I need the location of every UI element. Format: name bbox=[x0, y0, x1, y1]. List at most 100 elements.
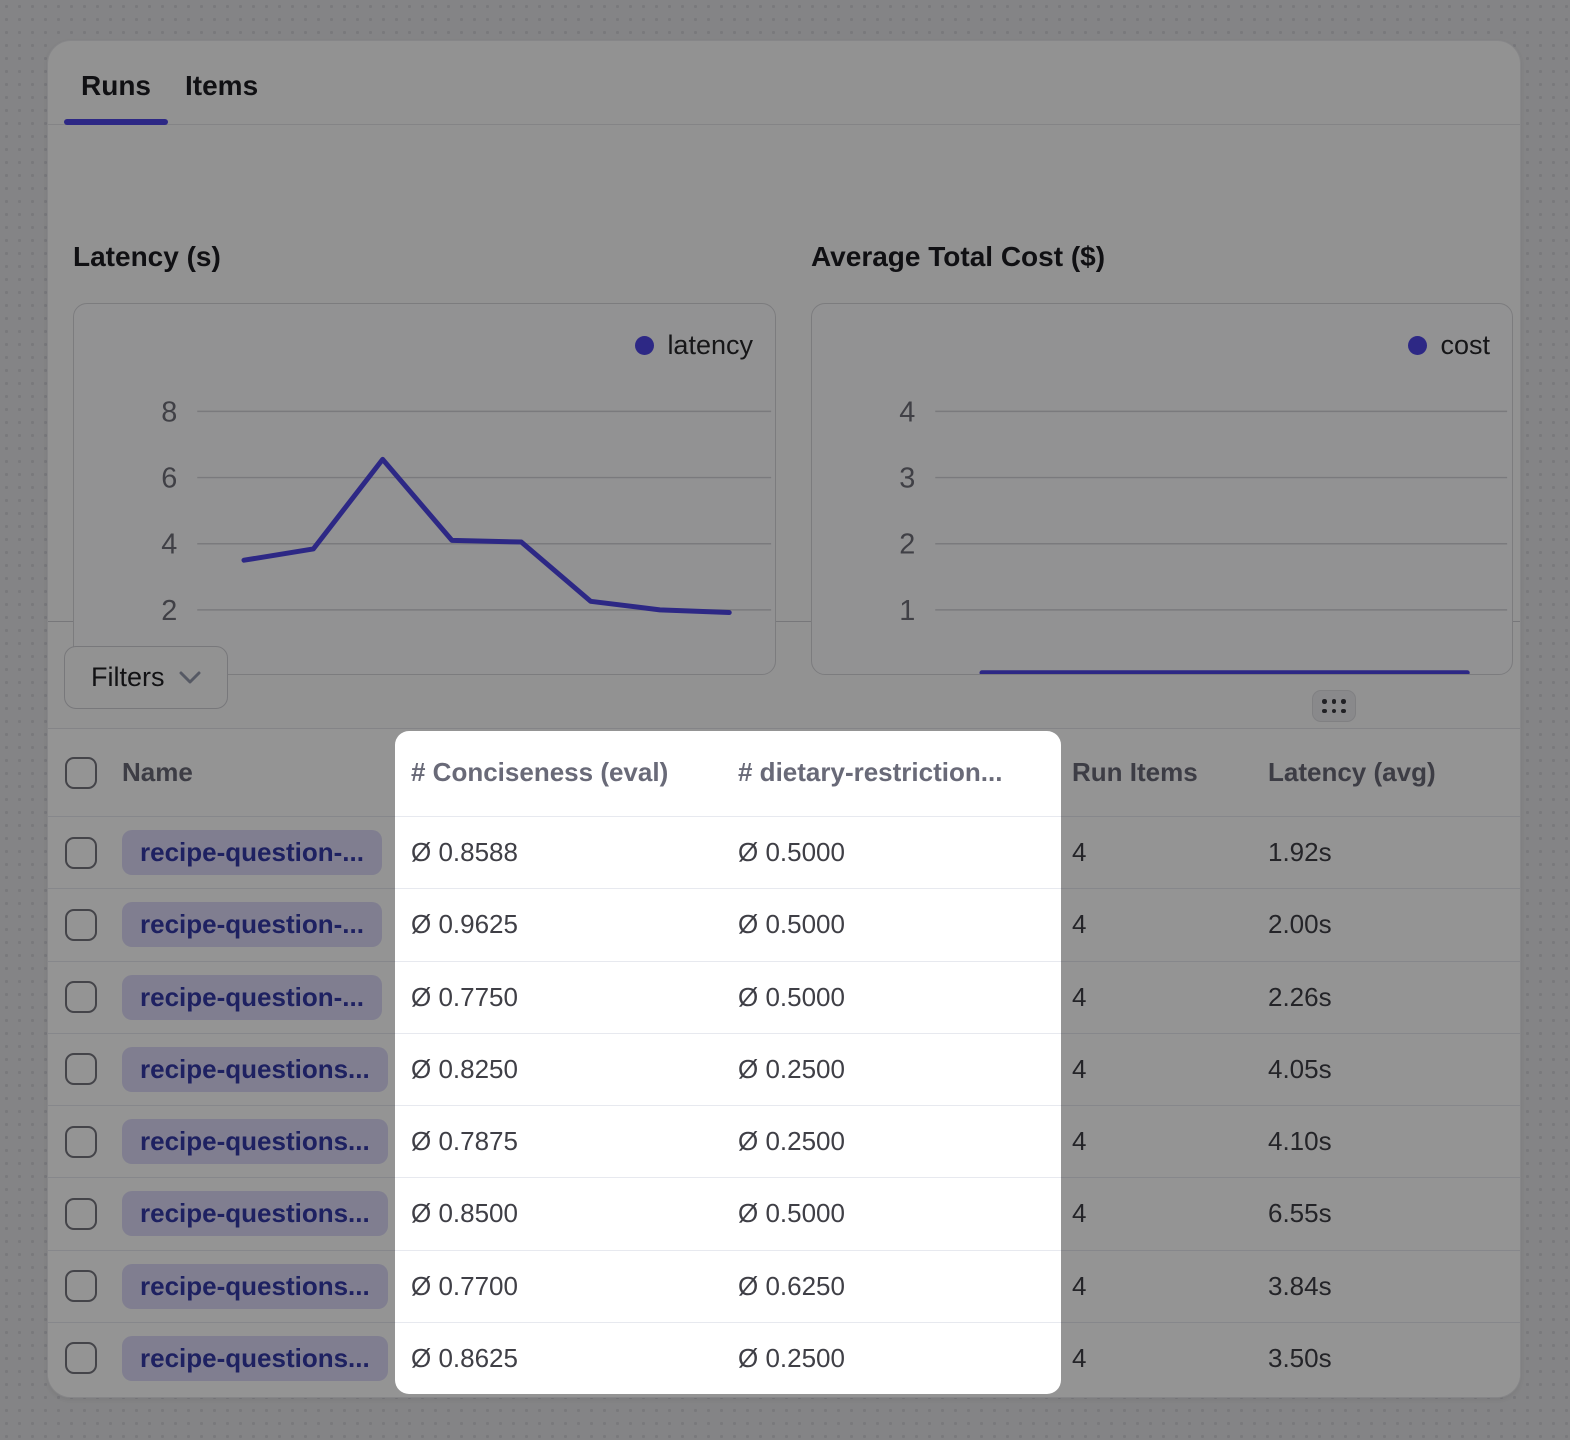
row-select-cell bbox=[48, 837, 122, 869]
run-items-count: 4 bbox=[1072, 1054, 1268, 1085]
latency-legend-dot-icon bbox=[635, 336, 654, 355]
runs-table: Name # Conciseness (eval) # dietary-rest… bbox=[48, 729, 1520, 1397]
run-name-badge[interactable]: recipe-questions... bbox=[122, 1264, 388, 1309]
row-checkbox[interactable] bbox=[65, 1342, 97, 1374]
svg-text:6: 6 bbox=[161, 463, 177, 495]
run-name-badge[interactable]: recipe-question-... bbox=[122, 975, 382, 1020]
column-header-run-items: Run Items bbox=[1072, 757, 1268, 788]
row-checkbox[interactable] bbox=[65, 981, 97, 1013]
tab-items-label: Items bbox=[185, 70, 258, 101]
latency-legend-label: latency bbox=[667, 330, 753, 361]
row-checkbox[interactable] bbox=[65, 909, 97, 941]
tab-runs[interactable]: Runs bbox=[64, 70, 168, 124]
score-conciseness: Ø 0.7700 bbox=[411, 1271, 738, 1302]
latency-avg: 3.84s bbox=[1268, 1271, 1520, 1302]
score-conciseness: Ø 0.7750 bbox=[411, 982, 738, 1013]
svg-text:4: 4 bbox=[899, 396, 915, 428]
run-items-count: 4 bbox=[1072, 909, 1268, 940]
run-name-badge[interactable]: recipe-questions... bbox=[122, 1119, 388, 1164]
tab-items[interactable]: Items bbox=[168, 70, 275, 124]
svg-text:2: 2 bbox=[899, 529, 915, 561]
score-dietary: Ø 0.5000 bbox=[738, 982, 1072, 1013]
latency-avg: 2.26s bbox=[1268, 982, 1520, 1013]
run-items-count: 4 bbox=[1072, 1343, 1268, 1374]
run-items-count: 4 bbox=[1072, 982, 1268, 1013]
row-select-cell bbox=[48, 1342, 122, 1374]
filters-button-label: Filters bbox=[91, 662, 165, 693]
score-dietary: Ø 0.2500 bbox=[738, 1343, 1072, 1374]
score-dietary: Ø 0.5000 bbox=[738, 909, 1072, 940]
cost-legend-dot-icon bbox=[1408, 336, 1427, 355]
latency-avg: 3.50s bbox=[1268, 1343, 1520, 1374]
cost-line-chart: 1234 bbox=[812, 304, 1512, 674]
select-all-cell bbox=[48, 757, 122, 789]
run-name-badge[interactable]: recipe-question-... bbox=[122, 902, 382, 947]
table-row[interactable]: recipe-questions... Ø 0.7700 Ø 0.6250 4 … bbox=[48, 1250, 1520, 1322]
score-conciseness: Ø 0.8588 bbox=[411, 837, 738, 868]
row-select-cell bbox=[48, 1270, 122, 1302]
panel-resize-handle[interactable] bbox=[1312, 690, 1356, 722]
filters-button[interactable]: Filters bbox=[64, 646, 228, 709]
row-checkbox[interactable] bbox=[65, 1053, 97, 1085]
score-conciseness: Ø 0.8500 bbox=[411, 1198, 738, 1229]
table-row[interactable]: recipe-question-... Ø 0.8588 Ø 0.5000 4 … bbox=[48, 816, 1520, 888]
score-conciseness: Ø 0.8625 bbox=[411, 1343, 738, 1374]
score-dietary: Ø 0.5000 bbox=[738, 837, 1072, 868]
run-name-badge[interactable]: recipe-question-... bbox=[122, 830, 382, 875]
score-dietary: Ø 0.6250 bbox=[738, 1271, 1072, 1302]
cost-chart-card: 1234 cost bbox=[811, 303, 1513, 675]
chevron-down-icon bbox=[179, 671, 201, 684]
page: { "tabs": [ { "label": "Runs", "active":… bbox=[0, 0, 1570, 1440]
run-name-badge[interactable]: recipe-questions... bbox=[122, 1047, 388, 1092]
run-name-badge[interactable]: recipe-questions... bbox=[122, 1191, 388, 1236]
column-header-conciseness: # Conciseness (eval) bbox=[411, 757, 738, 788]
row-select-cell bbox=[48, 909, 122, 941]
table-row[interactable]: recipe-questions... Ø 0.7875 Ø 0.2500 4 … bbox=[48, 1105, 1520, 1177]
score-dietary: Ø 0.5000 bbox=[738, 1198, 1072, 1229]
cost-legend[interactable]: cost bbox=[1408, 330, 1490, 361]
column-header-dietary: # dietary-restriction... bbox=[738, 757, 1072, 788]
table-body: recipe-question-... Ø 0.8588 Ø 0.5000 4 … bbox=[48, 816, 1520, 1394]
row-select-cell bbox=[48, 1126, 122, 1158]
row-checkbox[interactable] bbox=[65, 1126, 97, 1158]
table-row[interactable]: recipe-question-... Ø 0.7750 Ø 0.5000 4 … bbox=[48, 961, 1520, 1033]
table-row[interactable]: recipe-questions... Ø 0.8250 Ø 0.2500 4 … bbox=[48, 1033, 1520, 1105]
svg-text:8: 8 bbox=[161, 396, 177, 428]
row-select-cell bbox=[48, 1198, 122, 1230]
latency-avg: 2.00s bbox=[1268, 909, 1520, 940]
svg-text:4: 4 bbox=[161, 529, 177, 561]
run-items-count: 4 bbox=[1072, 1271, 1268, 1302]
run-name-badge[interactable]: recipe-questions... bbox=[122, 1336, 388, 1381]
score-conciseness: Ø 0.7875 bbox=[411, 1126, 738, 1157]
column-header-name: Name bbox=[122, 757, 411, 788]
run-items-count: 4 bbox=[1072, 1198, 1268, 1229]
latency-avg: 6.55s bbox=[1268, 1198, 1520, 1229]
table-row[interactable]: recipe-question-... Ø 0.9625 Ø 0.5000 4 … bbox=[48, 888, 1520, 960]
cost-chart-title: Average Total Cost ($) bbox=[811, 241, 1105, 273]
cost-legend-label: cost bbox=[1440, 330, 1490, 361]
grip-dots-icon bbox=[1322, 699, 1346, 713]
tabbar: Runs Items bbox=[48, 41, 1520, 125]
runs-panel: Runs Items Latency (s) 2 4 6 8 latency Aver… bbox=[47, 40, 1521, 1398]
score-dietary: Ø 0.2500 bbox=[738, 1126, 1072, 1157]
score-conciseness: Ø 0.9625 bbox=[411, 909, 738, 940]
row-checkbox[interactable] bbox=[65, 1270, 97, 1302]
run-items-count: 4 bbox=[1072, 1126, 1268, 1157]
score-conciseness: Ø 0.8250 bbox=[411, 1054, 738, 1085]
latency-avg: 4.05s bbox=[1268, 1054, 1520, 1085]
svg-text:3: 3 bbox=[899, 463, 915, 495]
table-row[interactable]: recipe-questions... Ø 0.8625 Ø 0.2500 4 … bbox=[48, 1322, 1520, 1394]
latency-avg: 4.10s bbox=[1268, 1126, 1520, 1157]
latency-legend[interactable]: latency bbox=[635, 330, 753, 361]
row-select-cell bbox=[48, 981, 122, 1013]
column-header-latency: Latency (avg) bbox=[1268, 757, 1520, 788]
row-checkbox[interactable] bbox=[65, 837, 97, 869]
score-dietary: Ø 0.2500 bbox=[738, 1054, 1072, 1085]
select-all-checkbox[interactable] bbox=[65, 757, 97, 789]
latency-chart-title: Latency (s) bbox=[73, 241, 221, 273]
latency-avg: 1.92s bbox=[1268, 837, 1520, 868]
table-header-row: Name # Conciseness (eval) # dietary-rest… bbox=[48, 729, 1520, 816]
tab-runs-label: Runs bbox=[81, 70, 151, 101]
table-row[interactable]: recipe-questions... Ø 0.8500 Ø 0.5000 4 … bbox=[48, 1177, 1520, 1249]
row-checkbox[interactable] bbox=[65, 1198, 97, 1230]
